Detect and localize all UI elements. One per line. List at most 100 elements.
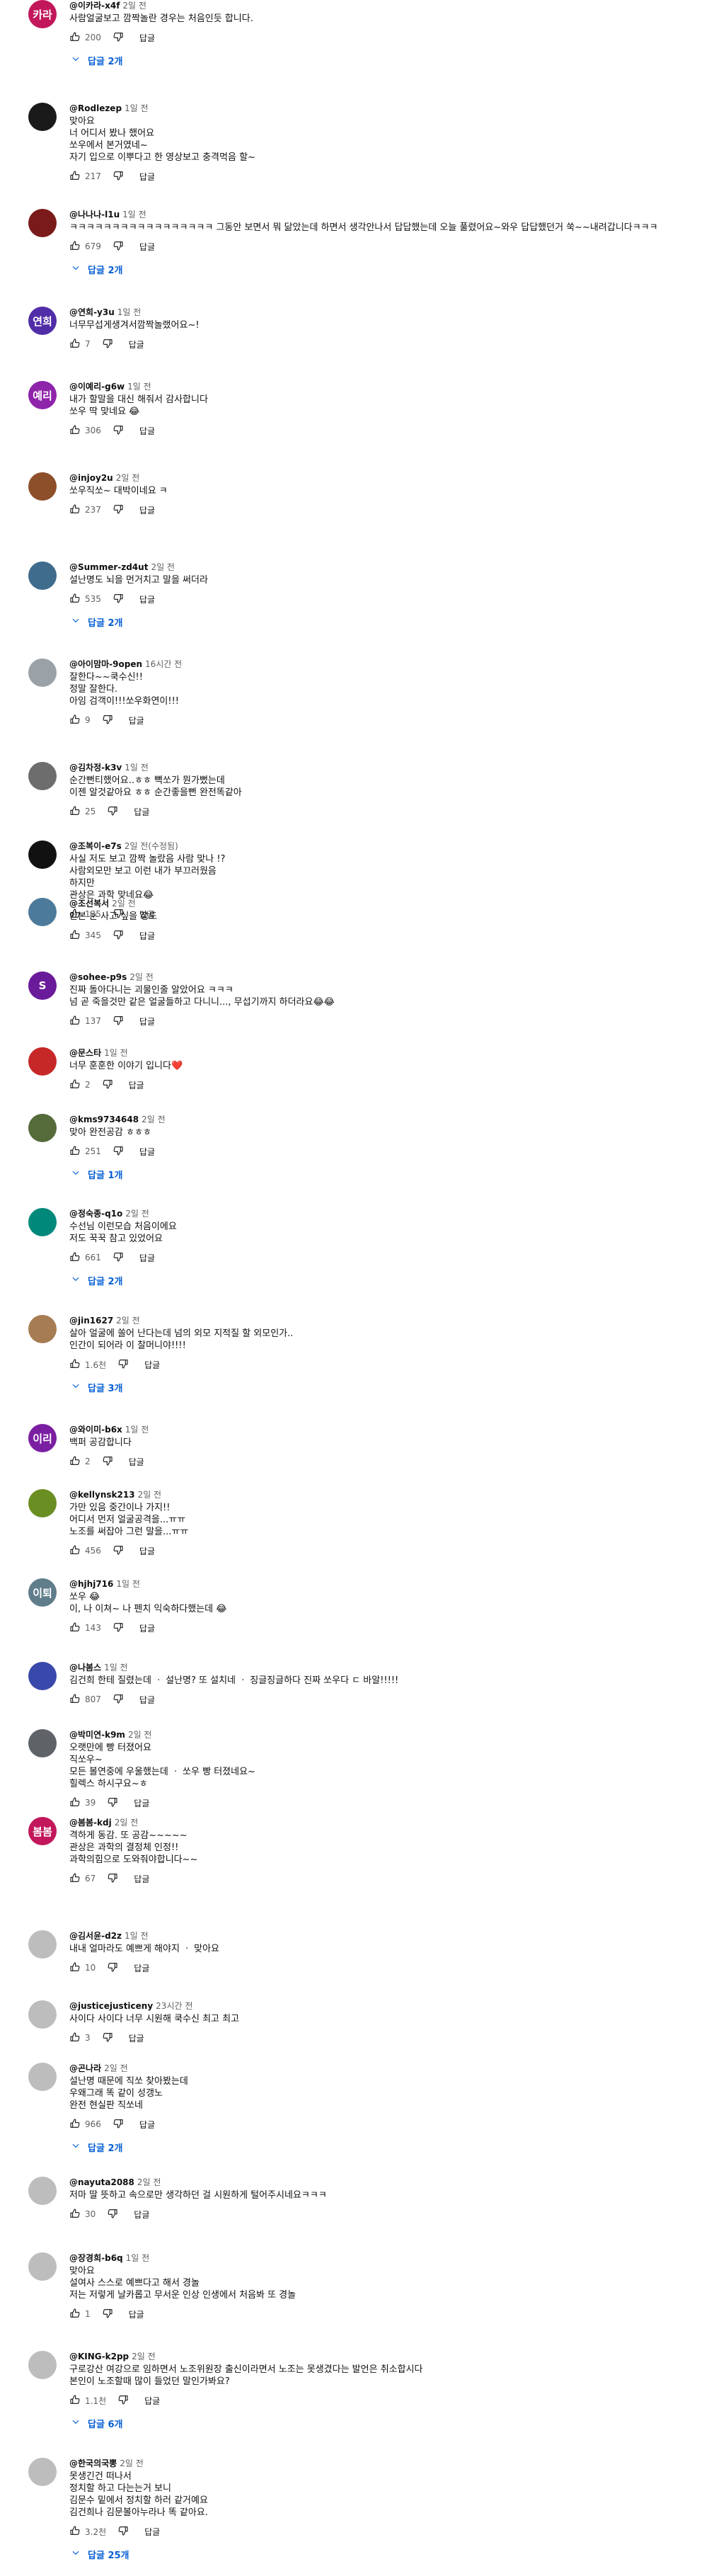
comment-author[interactable]: @정숙종-q1o: [69, 1209, 122, 1219]
reply-button[interactable]: 답글: [139, 1545, 155, 1557]
like-icon[interactable]: [69, 1455, 81, 1469]
comment-time[interactable]: 23시간 전: [156, 2001, 192, 2011]
view-replies-button[interactable]: 답글 2개: [71, 53, 695, 67]
reply-button[interactable]: 답글: [134, 1797, 149, 1809]
comment-time[interactable]: 2일 전: [122, 1, 146, 11]
avatar[interactable]: [28, 1114, 57, 1142]
like-icon[interactable]: [69, 1145, 81, 1158]
like-icon[interactable]: [69, 31, 81, 45]
comment-time[interactable]: 2일 전: [120, 2458, 144, 2468]
dislike-icon[interactable]: [113, 593, 124, 606]
avatar[interactable]: [28, 2000, 57, 2029]
view-replies-button[interactable]: 답글 3개: [71, 1380, 695, 1394]
like-icon[interactable]: [69, 593, 81, 606]
comment-time[interactable]: 2일 전: [112, 899, 136, 908]
view-replies-button[interactable]: 답글 2개: [71, 262, 695, 276]
avatar[interactable]: [28, 762, 57, 790]
comment-time[interactable]: 2일 전: [151, 562, 175, 572]
reply-button[interactable]: 답글: [144, 2395, 160, 2407]
comment-author[interactable]: @봄봄-kdj: [69, 1818, 112, 1828]
dislike-icon[interactable]: [102, 338, 113, 351]
avatar[interactable]: [28, 2063, 57, 2091]
comment-author[interactable]: @박미연-k9m: [69, 1730, 125, 1740]
comment-time[interactable]: 1일 전: [125, 763, 149, 773]
dislike-icon[interactable]: [113, 1145, 124, 1158]
comment-author[interactable]: @sohee-p9s: [69, 972, 127, 982]
reply-button[interactable]: 답글: [139, 1622, 155, 1634]
dislike-icon[interactable]: [102, 2308, 113, 2321]
comment-author[interactable]: @이카라-x4f: [69, 1, 120, 11]
comment-author[interactable]: @장경희-b6q: [69, 2253, 123, 2263]
dislike-icon[interactable]: [113, 1015, 124, 1028]
reply-button[interactable]: 답글: [129, 1079, 144, 1091]
dislike-icon[interactable]: [102, 2031, 113, 2045]
comment-author[interactable]: @문스타: [69, 1048, 101, 1058]
reply-button[interactable]: 답글: [139, 504, 155, 516]
comment-time[interactable]: 1일 전: [125, 1931, 149, 1941]
comment-author[interactable]: @KING-k2pp: [69, 2352, 129, 2361]
view-replies-button[interactable]: 답글 2개: [71, 2140, 695, 2154]
comment-author[interactable]: @nayuta2088: [69, 2177, 134, 2187]
dislike-icon[interactable]: [113, 1251, 124, 1265]
avatar[interactable]: [28, 840, 57, 869]
like-icon[interactable]: [69, 1693, 81, 1706]
comment-author[interactable]: @와이미-b6x: [69, 1425, 122, 1435]
comment-author[interactable]: @Rodlezep: [69, 103, 122, 113]
view-replies-button[interactable]: 답글 1개: [71, 1167, 695, 1181]
reply-button[interactable]: 답글: [139, 425, 155, 437]
like-icon[interactable]: [69, 240, 81, 253]
comment-time[interactable]: 2일 전: [142, 1115, 166, 1124]
like-icon[interactable]: [69, 1796, 81, 1810]
comment-author[interactable]: @이예리-g6w: [69, 382, 125, 392]
comment-time[interactable]: 1일 전: [126, 2253, 150, 2263]
dislike-icon[interactable]: [113, 31, 124, 45]
avatar[interactable]: [28, 1315, 57, 1343]
avatar[interactable]: [28, 1208, 57, 1236]
avatar[interactable]: [28, 2177, 57, 2205]
reply-button[interactable]: 답글: [129, 338, 144, 351]
view-replies-button[interactable]: 답글 2개: [71, 615, 695, 629]
dislike-icon[interactable]: [113, 2118, 124, 2131]
comment-author[interactable]: @김차정-k3v: [69, 763, 122, 773]
dislike-icon[interactable]: [113, 503, 124, 517]
like-icon[interactable]: [69, 2394, 81, 2407]
reply-button[interactable]: 답글: [144, 1359, 160, 1371]
like-icon[interactable]: [69, 805, 81, 819]
comment-time[interactable]: 2일 전: [104, 2063, 128, 2073]
comment-time[interactable]: 16시간 전: [145, 659, 182, 669]
reply-button[interactable]: 답글: [129, 2032, 144, 2044]
reply-button[interactable]: 답글: [144, 2526, 160, 2538]
comment-time[interactable]: 2일 전: [138, 1490, 162, 1500]
avatar[interactable]: [28, 1489, 57, 1517]
reply-button[interactable]: 답글: [139, 171, 155, 183]
like-icon[interactable]: [69, 424, 81, 438]
avatar[interactable]: 연희: [28, 307, 57, 335]
dislike-icon[interactable]: [102, 1455, 113, 1469]
reply-button[interactable]: 답글: [139, 1146, 155, 1158]
dislike-icon[interactable]: [117, 1358, 129, 1372]
avatar[interactable]: [28, 1662, 57, 1690]
like-icon[interactable]: [69, 2525, 81, 2538]
like-icon[interactable]: [69, 338, 81, 351]
comment-author[interactable]: @아이맘마-9open: [69, 659, 142, 669]
reply-button[interactable]: 답글: [139, 930, 155, 942]
comment-author[interactable]: @김서윤-d2z: [69, 1931, 122, 1941]
comment-author[interactable]: @injoy2u: [69, 473, 113, 483]
like-icon[interactable]: [69, 1961, 81, 1975]
comment-author[interactable]: @Summer-zd4ut: [69, 562, 148, 572]
dislike-icon[interactable]: [113, 1544, 124, 1558]
avatar[interactable]: [28, 659, 57, 687]
like-icon[interactable]: [69, 1078, 81, 1092]
comment-time[interactable]: 2일 전: [137, 2177, 161, 2187]
dislike-icon[interactable]: [117, 2394, 129, 2407]
reply-button[interactable]: 답글: [134, 806, 149, 818]
comment-author[interactable]: @한국의국뽕: [69, 2458, 117, 2468]
like-icon[interactable]: [69, 170, 81, 183]
dislike-icon[interactable]: [113, 240, 124, 253]
reply-button[interactable]: 답글: [134, 1962, 149, 1974]
like-icon[interactable]: [69, 503, 81, 517]
dislike-icon[interactable]: [113, 1693, 124, 1706]
comment-time[interactable]: 2일 전: [129, 972, 154, 982]
comment-time[interactable]: 2일 전: [115, 1818, 139, 1828]
dislike-icon[interactable]: [113, 424, 124, 438]
